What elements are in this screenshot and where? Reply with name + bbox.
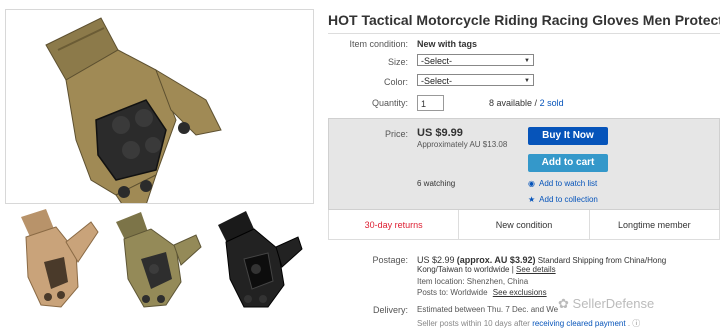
buy-box: Price: US $9.99 Approximately AU $13.08 … [328,118,720,210]
quantity-label: Quantity: [371,98,408,108]
chevron-down-icon: ▼ [524,58,530,64]
size-label: Size: [387,57,408,67]
posts-to-line: Posts to: Worldwide See exclusions [417,288,547,297]
watermark-text: SellerDefense [572,296,655,311]
seller-posts-note: Seller posts within 10 days after receiv… [417,318,640,329]
collection-label: Add to collection [539,195,598,204]
listing-badges: 30-day returns New condition Longtime me… [328,210,720,240]
postage-approx: (approx. AU $3.92) [456,255,536,265]
condition-badge: New condition [459,210,590,239]
color-select-value: -Select- [421,76,453,86]
postage-method: Standard Shipping from China/Hong [537,256,667,265]
item-condition-value: New with tags [417,39,478,49]
cleared-payment-link[interactable]: receiving cleared payment [532,319,625,328]
posts-to: Posts to: Worldwide [417,288,488,297]
price-value: US $9.99 [417,127,463,139]
color-select[interactable]: -Select- ▼ [417,74,534,86]
watch-list-label: Add to watch list [538,179,598,188]
price-approx: Approximately AU $13.08 [417,140,508,149]
thumbnail-khaki-gloves[interactable] [105,206,207,313]
add-to-collection-link[interactable]: ★ Add to collection [528,195,598,204]
item-location: Item location: Shenzhen, China [417,277,529,286]
sold-link[interactable]: 2 sold [540,98,564,108]
chevron-down-icon: ▼ [524,78,530,84]
watermark: ✿ SellerDefense [558,296,654,312]
see-exclusions-link[interactable]: See exclusions [493,288,547,297]
glove-main-image [45,17,222,203]
star-icon: ★ [528,195,536,204]
postage-region: Kong/Taiwan to worldwide | [417,265,514,274]
delivery-label: Delivery: [372,305,408,315]
title-divider [328,33,720,34]
info-icon[interactable]: ⓘ [632,319,640,328]
thumbnail-tan-gloves[interactable] [5,206,107,313]
add-to-watch-list-link[interactable]: ◉ Add to watch list [528,179,597,188]
add-to-cart-button[interactable]: Add to cart [528,154,608,172]
size-select[interactable]: -Select- ▼ [417,54,534,66]
buy-it-now-button[interactable]: Buy It Now [528,127,608,145]
chat-bubble-icon: ✿ [558,296,569,311]
glove-thumbnail-image [218,211,303,308]
member-badge: Longtime member [618,220,691,230]
item-condition-label: Item condition: [349,39,408,49]
eye-icon: ◉ [528,179,535,188]
watching-count: 6 watching [417,179,456,188]
listing-title: HOT Tactical Motorcycle Riding Racing Gl… [328,12,720,28]
image-gallery [0,0,320,335]
quantity-input[interactable]: 1 [417,95,444,111]
returns-badge[interactable]: 30-day returns [329,210,460,239]
postage-line-2: Kong/Taiwan to worldwide | See details [417,265,556,274]
postage-line-1: US $2.99 (approx. AU $3.92) Standard Shi… [417,255,666,265]
postage-price: US $2.99 [417,255,455,265]
postage-label: Postage: [372,255,408,265]
size-select-value: -Select- [421,56,453,66]
cleared-payment-dot: . [627,319,631,328]
seller-posts-text: Seller posts within 10 days after [417,319,530,328]
available-text: 8 available / [489,98,538,108]
main-product-photo[interactable] [5,9,314,204]
thumbnail-black-gloves[interactable] [205,206,307,313]
delivery-estimate: Estimated between Thu. 7 Dec. and We [417,305,559,314]
glove-thumbnail-image [116,212,202,308]
available-count: 8 available / 2 sold [489,98,564,108]
see-details-link[interactable]: See details [516,265,556,274]
color-label: Color: [383,77,408,87]
glove-thumbnail-image [21,209,99,308]
price-label: Price: [384,129,408,139]
